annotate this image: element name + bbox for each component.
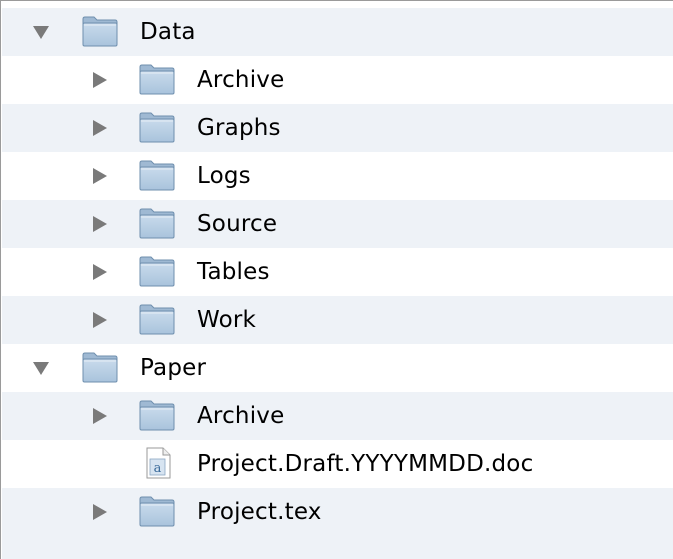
triangle-right-icon[interactable] — [91, 216, 109, 232]
folder-row[interactable]: Logs — [2, 152, 673, 200]
file-name: Project.Draft.YYYYMMDD.doc — [197, 451, 534, 477]
folder-name: Source — [197, 211, 278, 237]
folder-row[interactable]: Project.tex — [2, 488, 673, 536]
folder-row[interactable]: Source — [2, 200, 673, 248]
folder-icon — [139, 63, 175, 95]
folder-icon — [139, 303, 175, 335]
folder-row[interactable]: Archive — [2, 56, 673, 104]
triangle-right-icon[interactable] — [91, 72, 109, 88]
triangle-right-icon[interactable] — [91, 408, 109, 424]
folder-name: Archive — [197, 403, 285, 429]
triangle-right-icon[interactable] — [91, 168, 109, 184]
folder-tree: Data Archive Graphs Logs Source Tables Work Pap… — [2, 8, 673, 536]
triangle-down-icon[interactable] — [32, 24, 50, 40]
folder-name: Data — [140, 19, 196, 45]
document-icon: a — [139, 447, 175, 479]
folder-row[interactable]: Archive — [2, 392, 673, 440]
folder-row[interactable]: Graphs — [2, 104, 673, 152]
triangle-right-icon[interactable] — [91, 312, 109, 328]
folder-name: Tables — [197, 259, 270, 285]
folder-icon — [139, 159, 175, 191]
folder-icon — [139, 207, 175, 239]
triangle-right-icon[interactable] — [91, 120, 109, 136]
folder-row[interactable]: Work — [2, 296, 673, 344]
folder-row[interactable]: Tables — [2, 248, 673, 296]
folder-icon — [82, 351, 118, 383]
folder-icon — [139, 495, 175, 527]
triangle-right-icon[interactable] — [91, 264, 109, 280]
folder-icon — [139, 255, 175, 287]
finder-list-view: Data Archive Graphs Logs Source Tables Work Pap… — [0, 0, 673, 559]
folder-name: Paper — [140, 355, 207, 381]
folder-row[interactable]: Data — [2, 8, 673, 56]
file-row[interactable]: a Project.Draft.YYYYMMDD.doc — [2, 440, 673, 488]
empty-row — [2, 536, 673, 559]
folder-name: Logs — [197, 163, 251, 189]
folder-name: Project.tex — [197, 499, 322, 525]
triangle-down-icon[interactable] — [32, 360, 50, 376]
triangle-right-icon[interactable] — [91, 504, 109, 520]
folder-name: Graphs — [197, 115, 281, 141]
svg-text:a: a — [154, 461, 162, 476]
folder-icon — [139, 111, 175, 143]
folder-icon — [139, 399, 175, 431]
folder-row[interactable]: Paper — [2, 344, 673, 392]
folder-name: Archive — [197, 67, 285, 93]
folder-name: Work — [197, 307, 257, 333]
folder-icon — [82, 15, 118, 47]
